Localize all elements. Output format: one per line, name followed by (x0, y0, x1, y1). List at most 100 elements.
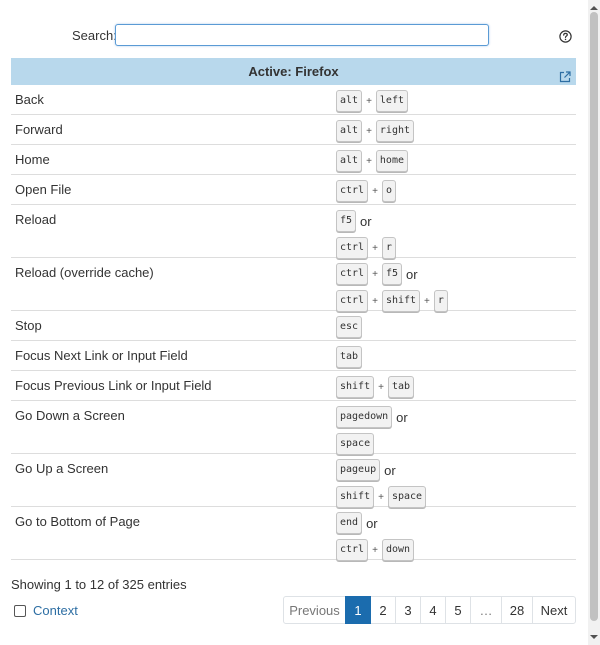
vertical-scrollbar[interactable] (588, 0, 600, 645)
page-button-4[interactable]: 4 (420, 596, 446, 624)
key-combo: ctrl + o (336, 178, 396, 204)
key-cap: r (433, 290, 448, 312)
key-cap: tab (387, 376, 415, 398)
shortcut-row: Focus Next Link or Input Field tab (11, 341, 576, 371)
or-separator: or (366, 515, 378, 531)
page-button-2[interactable]: 2 (370, 596, 396, 624)
key-cap: r (381, 237, 396, 259)
page-button-1[interactable]: 1 (345, 596, 371, 624)
key-combo: alt + right (336, 118, 415, 144)
shortcut-row: Go Up a Screen pageup or shift + space (11, 454, 576, 510)
key-combo: alt + left (336, 88, 408, 114)
key-cap: ctrl (336, 237, 369, 259)
search-label: Search: (72, 28, 117, 43)
key-combo: shift + tab (336, 374, 415, 400)
active-app-header: Active: Firefox (11, 58, 576, 85)
key-cap: shift (336, 486, 375, 508)
key-cap: down (381, 539, 415, 561)
external-link-icon[interactable] (559, 65, 571, 83)
shortcut-keys: alt + left (336, 88, 408, 114)
shortcut-name: Focus Next Link or Input Field (15, 348, 188, 363)
shortcut-keys: tab (336, 344, 363, 370)
page-button-5[interactable]: 5 (445, 596, 471, 624)
key-cap: pagedown (336, 406, 393, 428)
shortcut-row: Home alt + home (11, 145, 576, 175)
shortcut-row: Focus Previous Link or Input Field shift +… (11, 371, 576, 401)
shortcut-keys: pageup or shift + space (336, 457, 427, 510)
shortcut-keys: shift + tab (336, 374, 415, 400)
plus-separator: + (372, 295, 378, 307)
page-ellipsis: … (470, 596, 502, 624)
key-combo: pagedown or (336, 404, 408, 430)
plus-separator: + (424, 295, 430, 307)
key-cap: space (336, 433, 375, 455)
shortcut-row: Reload f5 or ctrl + r (11, 205, 576, 259)
context-checkbox[interactable] (14, 604, 26, 617)
shortcut-row: Go Down a Screen pagedown or space (11, 401, 576, 457)
key-cap: f5 (336, 210, 357, 232)
key-combo: ctrl + f5 or (336, 261, 448, 287)
or-separator: or (405, 266, 418, 282)
key-cap: alt (336, 120, 363, 142)
search-input[interactable] (115, 24, 489, 46)
shortcut-keys: end or ctrl + down (336, 510, 415, 563)
plus-separator: + (378, 491, 384, 503)
shortcut-keys: pagedown or space (336, 404, 408, 457)
context-label[interactable]: Context (33, 603, 78, 618)
plus-separator: + (372, 268, 378, 280)
key-cap: pageup (336, 459, 381, 481)
scrollbar-thumb[interactable] (590, 12, 598, 621)
key-cap: f5 (381, 263, 402, 285)
or-separator: or (396, 409, 408, 425)
shortcut-name: Home (15, 152, 50, 167)
next-page-button[interactable]: Next (532, 596, 576, 624)
key-cap: left (375, 90, 408, 112)
key-cap: right (375, 120, 415, 142)
key-cap: ctrl (336, 290, 369, 312)
shortcut-keys: alt + right (336, 118, 415, 144)
shortcut-name: Go Down a Screen (15, 408, 125, 423)
shortcut-name: Go Up a Screen (15, 461, 109, 476)
shortcut-keys: esc (336, 314, 363, 340)
key-cap: home (375, 150, 408, 172)
key-combo: tab (336, 344, 363, 370)
key-cap: ctrl (336, 263, 369, 285)
shortcut-name: Go to Bottom of Page (15, 514, 141, 529)
key-cap: alt (336, 150, 363, 172)
shortcut-row: Forward alt + right (11, 115, 576, 145)
shortcut-name: Back (15, 92, 44, 107)
plus-separator: + (366, 95, 372, 107)
key-cap: o (381, 180, 396, 202)
shortcut-name: Forward (15, 122, 63, 137)
key-cap: shift (336, 376, 375, 398)
shortcut-table: Back alt + left Forward alt + right Home alt + home… (11, 85, 576, 563)
key-cap: ctrl (336, 539, 369, 561)
page: Search: Active: Firefox Back alt + left Forw… (0, 0, 600, 645)
shortcut-row: Stop esc (11, 311, 576, 341)
help-icon[interactable] (559, 30, 572, 43)
shortcut-name: Reload (override cache) (15, 265, 154, 280)
shortcut-name: Reload (15, 212, 57, 227)
plus-separator: + (372, 185, 378, 197)
entries-info: Showing 1 to 12 of 325 entries (11, 577, 187, 592)
key-combo: f5 or (336, 208, 396, 234)
shortcut-row: Back alt + left (11, 85, 576, 115)
pagination: Previous 1 2 3 4 5… 28 Next (283, 596, 576, 624)
key-cap: esc (336, 316, 363, 338)
previous-page-button[interactable]: Previous (283, 596, 346, 624)
key-combo: end or (336, 510, 414, 536)
shortcut-name: Open File (15, 182, 72, 197)
page-button-3[interactable]: 3 (395, 596, 421, 624)
page-button-28[interactable]: 28 (501, 596, 533, 624)
context-toggle[interactable]: Context (14, 603, 78, 618)
active-app-title: Active: Firefox (248, 64, 339, 79)
key-cap: tab (336, 346, 363, 368)
shortcut-keys: ctrl + f5 or ctrl + shift + r (336, 261, 448, 314)
shortcut-row: Open File ctrl + o (11, 175, 576, 205)
or-separator: or (384, 462, 396, 478)
shortcut-row: Go to Bottom of Page end or ctrl + down (11, 507, 576, 563)
key-combo: alt + home (336, 148, 408, 174)
scroll-down-arrow-icon[interactable] (588, 631, 600, 643)
plus-separator: + (366, 125, 372, 137)
plus-separator: + (378, 381, 384, 393)
